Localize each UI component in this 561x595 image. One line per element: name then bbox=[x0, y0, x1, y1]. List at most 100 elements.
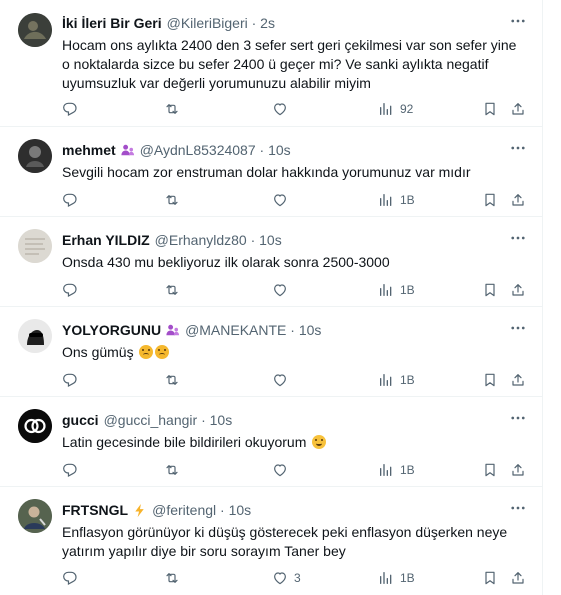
share-button[interactable] bbox=[510, 189, 526, 211]
reply-feed: İki İleri Bir Geri @KileriBigeri · 2s Ho… bbox=[0, 0, 543, 595]
reply-button[interactable] bbox=[62, 369, 78, 391]
reply-button[interactable] bbox=[62, 567, 78, 589]
share-button[interactable] bbox=[510, 369, 526, 391]
view-count: 1B bbox=[400, 283, 415, 297]
tweet[interactable]: gucci @gucci_hangir · 10s Latin gecesind… bbox=[0, 397, 543, 487]
author-handle[interactable]: @gucci_hangir · 10s bbox=[104, 411, 233, 429]
tweet[interactable]: YOLYORGUNU @MANEKANTE · 10s Ons gümüş 1B bbox=[0, 307, 543, 397]
retweet-button[interactable] bbox=[164, 279, 180, 301]
retweet-button[interactable] bbox=[164, 189, 180, 211]
more-icon[interactable] bbox=[509, 409, 527, 427]
author-name[interactable]: mehmet bbox=[62, 141, 116, 159]
tweet-text: Hocam ons aylıkta 2400 den 3 sefer sert … bbox=[62, 37, 517, 91]
views-icon bbox=[378, 101, 394, 117]
tweet-text: Ons gümüş bbox=[62, 344, 134, 360]
views-button[interactable]: 1B bbox=[378, 279, 415, 301]
retweet-icon bbox=[164, 101, 180, 117]
more-icon[interactable] bbox=[509, 229, 527, 247]
views-button[interactable]: 1B bbox=[378, 459, 415, 481]
retweet-icon bbox=[164, 372, 180, 388]
share-icon bbox=[510, 462, 526, 478]
like-button[interactable] bbox=[272, 369, 294, 391]
reply-icon bbox=[62, 192, 78, 208]
like-count: 3 bbox=[294, 571, 301, 585]
like-icon bbox=[272, 192, 288, 208]
bookmark-button[interactable] bbox=[482, 567, 498, 589]
tweet-header: gucci @gucci_hangir · 10s bbox=[62, 411, 529, 429]
like-button[interactable]: 3 bbox=[272, 567, 301, 589]
views-icon bbox=[378, 192, 394, 208]
avatar[interactable] bbox=[18, 139, 52, 173]
retweet-button[interactable] bbox=[164, 459, 180, 481]
share-button[interactable] bbox=[510, 98, 526, 120]
tweet-header: FRTSNGL @feritengl · 10s bbox=[62, 501, 529, 519]
avatar[interactable] bbox=[18, 229, 52, 263]
author-name[interactable]: gucci bbox=[62, 411, 99, 429]
avatar[interactable] bbox=[18, 13, 52, 47]
avatar[interactable] bbox=[18, 409, 52, 443]
like-button[interactable] bbox=[272, 459, 294, 481]
retweet-button[interactable] bbox=[164, 369, 180, 391]
like-button[interactable] bbox=[272, 189, 294, 211]
reply-icon bbox=[62, 570, 78, 586]
retweet-button[interactable] bbox=[164, 98, 180, 120]
retweet-button[interactable] bbox=[164, 567, 180, 589]
tweet-header: İki İleri Bir Geri @KileriBigeri · 2s bbox=[62, 14, 529, 32]
share-button[interactable] bbox=[510, 567, 526, 589]
bookmark-button[interactable] bbox=[482, 98, 498, 120]
like-icon bbox=[272, 570, 288, 586]
more-icon[interactable] bbox=[509, 319, 527, 337]
views-button[interactable]: 92 bbox=[378, 98, 413, 120]
bookmark-button[interactable] bbox=[482, 459, 498, 481]
share-button[interactable] bbox=[510, 459, 526, 481]
tweet-actions: 1B bbox=[62, 459, 529, 481]
bookmark-button[interactable] bbox=[482, 189, 498, 211]
tweet[interactable]: Erhan YILDIZ @Erhanyldz80 · 10s Onsda 43… bbox=[0, 217, 543, 307]
tweet[interactable]: FRTSNGL @feritengl · 10s Enflasyon görün… bbox=[0, 487, 543, 595]
tweet-text: Sevgili hocam zor enstruman dolar hakkın… bbox=[62, 164, 471, 180]
reply-button[interactable] bbox=[62, 189, 78, 211]
retweet-icon bbox=[164, 570, 180, 586]
author-handle[interactable]: @Erhanyldz80 · 10s bbox=[155, 231, 282, 249]
views-button[interactable]: 1B bbox=[378, 567, 415, 589]
tweet-actions: 1B bbox=[62, 369, 529, 391]
views-button[interactable]: 1B bbox=[378, 369, 415, 391]
like-icon bbox=[272, 372, 288, 388]
lightning-icon bbox=[132, 503, 147, 518]
like-button[interactable] bbox=[272, 98, 294, 120]
avatar[interactable] bbox=[18, 499, 52, 533]
tweet-actions: 92 bbox=[62, 98, 529, 120]
laughing-face-emoji-icon bbox=[312, 435, 327, 449]
more-icon[interactable] bbox=[509, 499, 527, 517]
author-name[interactable]: YOLYORGUNU bbox=[62, 321, 161, 339]
tweet-text-container: Latin gecesinde bile bildirileri okuyoru… bbox=[62, 433, 521, 452]
retweet-icon bbox=[164, 192, 180, 208]
share-button[interactable] bbox=[510, 279, 526, 301]
author-name[interactable]: İki İleri Bir Geri bbox=[62, 14, 162, 32]
reply-button[interactable] bbox=[62, 98, 78, 120]
author-handle[interactable]: @MANEKANTE · 10s bbox=[185, 321, 321, 339]
author-name[interactable]: FRTSNGL bbox=[62, 501, 128, 519]
tweet[interactable]: mehmet @AydnL85324087 · 10s Sevgili hoca… bbox=[0, 127, 543, 217]
bookmark-button[interactable] bbox=[482, 369, 498, 391]
view-count: 1B bbox=[400, 463, 415, 477]
bookmark-button[interactable] bbox=[482, 279, 498, 301]
like-button[interactable] bbox=[272, 279, 294, 301]
avatar[interactable] bbox=[18, 319, 52, 353]
views-icon bbox=[378, 372, 394, 388]
tweet-text: Latin gecesinde bile bildirileri okuyoru… bbox=[62, 434, 307, 450]
author-handle[interactable]: @feritengl · 10s bbox=[152, 501, 251, 519]
author-handle[interactable]: @KileriBigeri · 2s bbox=[167, 14, 275, 32]
more-icon[interactable] bbox=[509, 12, 527, 30]
author-name[interactable]: Erhan YILDIZ bbox=[62, 231, 150, 249]
reply-button[interactable] bbox=[62, 459, 78, 481]
tweet-text: Onsda 430 mu bekliyoruz ilk olarak sonra… bbox=[62, 254, 390, 270]
reply-button[interactable] bbox=[62, 279, 78, 301]
author-handle[interactable]: @AydnL85324087 · 10s bbox=[140, 141, 291, 159]
views-button[interactable]: 1B bbox=[378, 189, 415, 211]
bookmark-icon bbox=[482, 372, 498, 388]
badge-icon bbox=[165, 323, 180, 338]
more-icon[interactable] bbox=[509, 139, 527, 157]
page-scrollbar-area[interactable] bbox=[543, 0, 561, 595]
tweet[interactable]: İki İleri Bir Geri @KileriBigeri · 2s Ho… bbox=[0, 0, 543, 127]
